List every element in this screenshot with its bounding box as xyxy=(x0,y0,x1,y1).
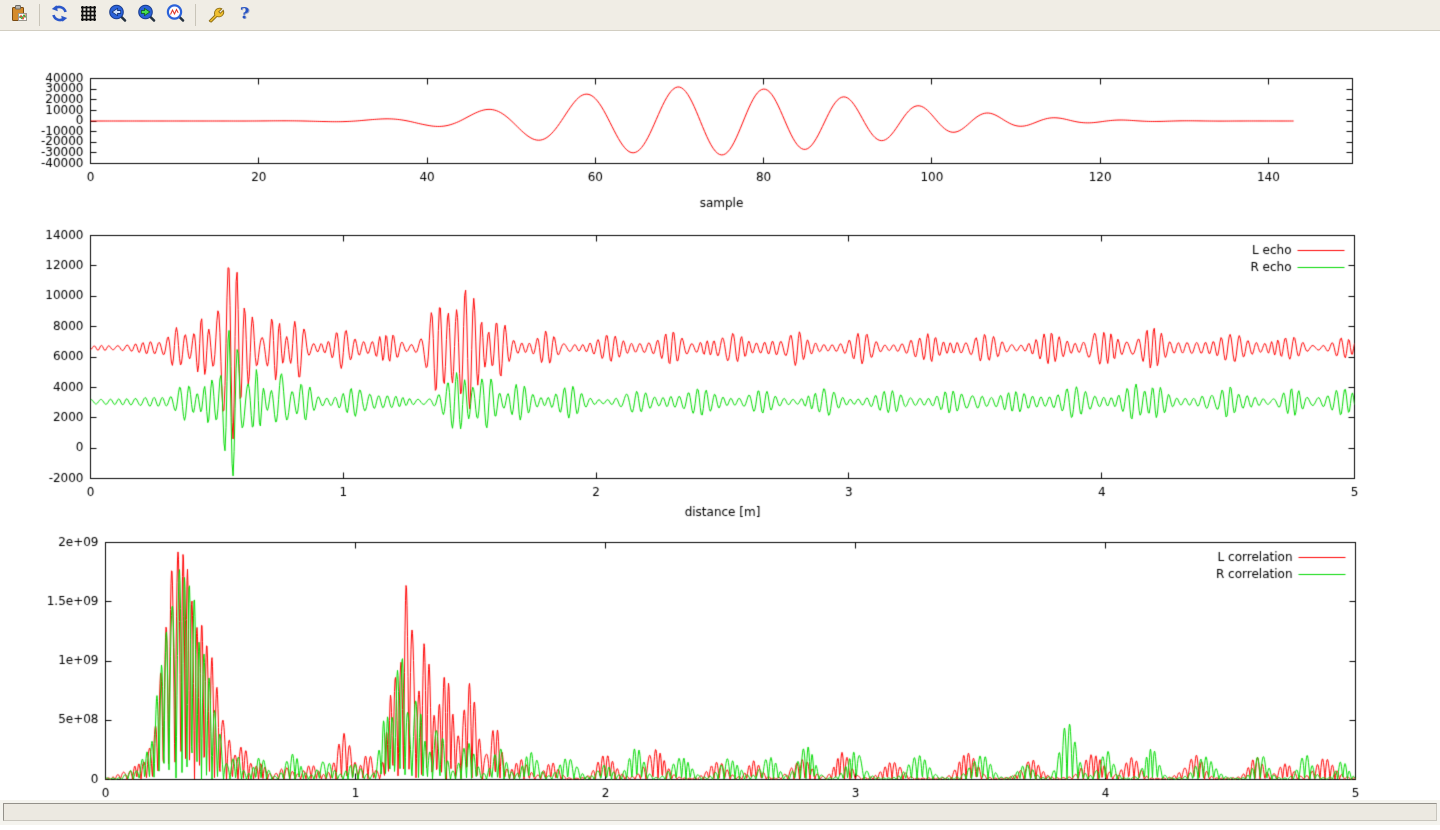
replot-button[interactable] xyxy=(46,2,73,29)
correlation-plot[interactable] xyxy=(0,527,1440,830)
next-zoom-icon xyxy=(137,4,156,26)
previous-zoom-button[interactable] xyxy=(104,2,131,29)
toggle-grid-button[interactable] xyxy=(75,2,102,29)
waveform-plot[interactable] xyxy=(0,64,1440,217)
copy-to-clipboard-button[interactable] xyxy=(6,2,33,29)
toolbar: ? ? xyxy=(0,0,1440,31)
echo-plot[interactable] xyxy=(0,217,1440,527)
grid-icon xyxy=(79,4,98,26)
previous-zoom-icon xyxy=(108,4,127,26)
help-icon: ? ? xyxy=(235,4,254,26)
configure-plot-button[interactable] xyxy=(202,2,229,29)
toolbar-separator xyxy=(195,4,196,26)
status-bar xyxy=(0,800,1440,825)
autoscale-icon xyxy=(166,4,185,26)
status-bar-text xyxy=(3,803,1437,821)
wrench-icon xyxy=(206,4,225,26)
next-zoom-button[interactable] xyxy=(133,2,160,29)
autoscale-button[interactable] xyxy=(162,2,189,29)
svg-text:?: ? xyxy=(240,4,249,23)
replot-icon xyxy=(50,4,69,26)
plot-area xyxy=(0,32,1440,800)
toolbar-separator xyxy=(39,4,40,26)
help-button[interactable]: ? ? xyxy=(231,2,258,29)
copy-to-clipboard-icon xyxy=(10,4,29,26)
